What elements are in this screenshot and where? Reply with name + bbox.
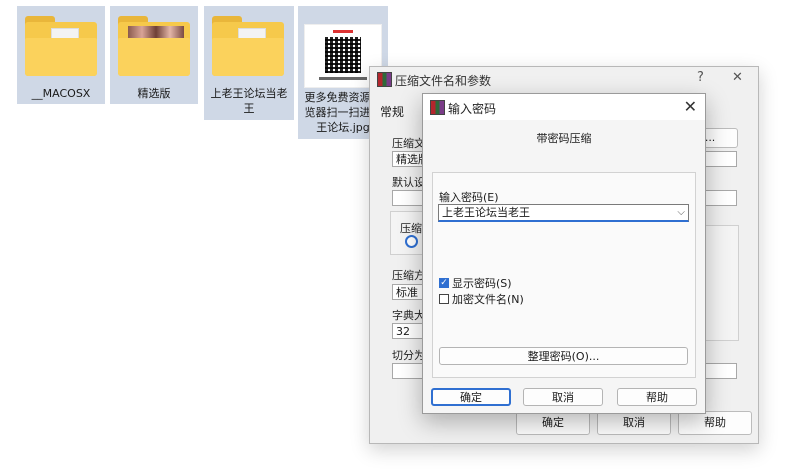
winrar-icon [430,100,445,115]
password-value: 上老王论坛当老王 [442,206,530,219]
file-label: 上老王论坛当老王 [210,87,288,115]
organize-passwords-button[interactable]: 整理密码(O)... [439,347,688,365]
password-input[interactable]: 上老王论坛当老王 ⌵ [438,204,689,222]
help-icon[interactable]: ? [697,70,704,85]
enter-password-label: 输入密码(E) [439,191,499,204]
file-jingxuanban[interactable]: 精选版 [110,6,198,104]
file-macosx[interactable]: __MACOSX [17,6,105,104]
folder-icon [212,16,284,76]
dialog-title: 压缩文件名和参数 [395,74,492,88]
ok-button[interactable]: 确定 [431,388,511,406]
format-radio[interactable] [405,235,418,248]
help-button[interactable]: 帮助 [617,388,697,406]
encrypt-names-checkbox[interactable]: 加密文件名(N) [439,291,524,307]
help-button[interactable]: 帮助 [678,411,752,435]
folder-icon [118,16,190,76]
default-label: 默认设 [392,176,425,189]
password-dialog: 输入密码 ✕ 带密码压缩 输入密码(E) 上老王论坛当老王 ⌵ ✓ 显示密码(S… [422,93,706,414]
file-laowang-folder[interactable]: 上老王论坛当老王 [204,6,294,120]
close-icon[interactable]: ✕ [684,97,697,116]
format-label: 压缩 [400,222,422,235]
tab-general[interactable]: 常规 [380,103,404,120]
dict-label: 字典大 [392,309,425,322]
show-password-label: 显示密码(S) [452,277,512,290]
chevron-down-icon[interactable]: ⌵ [677,205,685,220]
checkbox-checked-icon: ✓ [439,278,449,288]
method-label: 压缩方 [392,269,425,282]
split-label: 切分为 [392,349,425,362]
encrypt-names-label: 加密文件名(N) [452,293,524,306]
folder-icon [25,16,97,76]
cancel-button[interactable]: 取消 [523,388,603,406]
checkbox-unchecked-icon [439,294,449,304]
file-label: __MACOSX [31,87,91,100]
show-password-checkbox[interactable]: ✓ 显示密码(S) [439,275,512,291]
winrar-icon [377,72,392,87]
archive-name-label: 压缩文 [392,137,425,150]
close-icon[interactable]: ✕ [732,70,743,85]
dialog-heading: 带密码压缩 [536,132,592,145]
dialog-title: 输入密码 [448,102,497,116]
ok-button[interactable]: 确定 [516,411,590,435]
cancel-button[interactable]: 取消 [597,411,671,435]
file-label: 精选版 [137,87,171,100]
